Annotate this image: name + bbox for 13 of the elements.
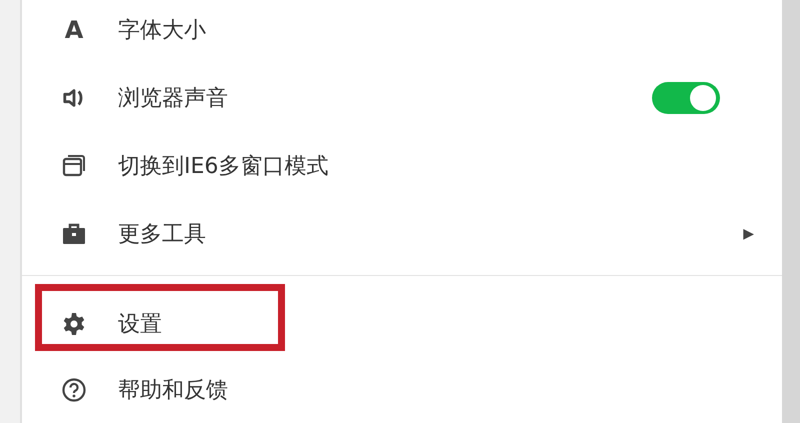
menu-item[interactable]: 浏览器声音 — [22, 64, 782, 132]
submenu-arrow: ▶ — [743, 226, 754, 242]
settings-icon — [62, 312, 86, 336]
menu-item[interactable]: 更多工具 ▶ — [22, 200, 782, 268]
menu-item[interactable]: 切换到IE6多窗口模式 — [22, 132, 782, 200]
window-icon — [62, 154, 86, 178]
toolbox-icon — [62, 223, 86, 245]
help-icon — [62, 378, 86, 402]
menu-item[interactable]: 设置 — [22, 291, 782, 357]
toggle-switch[interactable] — [652, 82, 720, 114]
font-size-icon: A — [62, 18, 86, 42]
menu-item[interactable]: A 字体大小 — [22, 0, 782, 64]
menu-item[interactable]: 帮助和反馈 — [22, 357, 782, 423]
